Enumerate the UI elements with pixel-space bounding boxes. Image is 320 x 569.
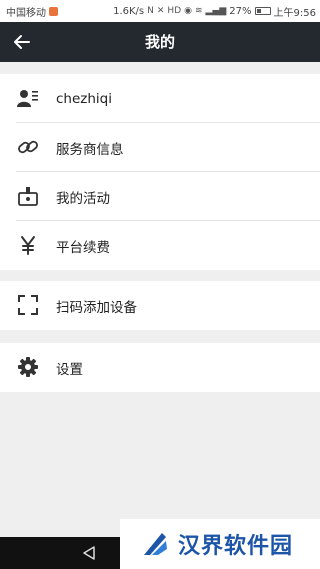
link-icon	[17, 136, 39, 158]
mute-icon: ✕	[156, 6, 165, 16]
menu-item-profile[interactable]: chezhiqi	[0, 74, 320, 123]
signal-icon: ▂▄▆	[205, 6, 227, 16]
battery-icon	[254, 7, 271, 15]
watermark-text: 汉界软件园	[178, 534, 294, 559]
carrier-text: 中国移动	[6, 7, 46, 19]
account-section: chezhiqi 服务商信息 我的活动 平台续费	[0, 74, 320, 270]
nfc-icon: N	[147, 6, 154, 16]
clock: 上午9:56	[273, 7, 316, 19]
eye-icon: ◉	[184, 6, 192, 16]
nav-back-icon[interactable]	[82, 545, 96, 561]
user-card-icon	[17, 87, 39, 109]
menu-item-settings[interactable]: 设置	[0, 343, 320, 392]
watermark: 汉界软件园	[120, 519, 320, 569]
battery-percent: 27%	[229, 5, 252, 17]
menu-item-provider[interactable]: 服务商信息	[0, 123, 320, 172]
menu-item-activities[interactable]: 我的活动	[0, 172, 320, 221]
scan-label: 扫码添加设备	[56, 299, 137, 316]
arrow-left-icon	[14, 35, 30, 49]
renewal-label: 平台续费	[56, 239, 110, 256]
wifi-icon: ≋	[194, 6, 203, 16]
hd-icon: HD	[167, 6, 182, 16]
status-bar: 中国移动 1.6K/s N ✕ HD ◉ ≋ ▂▄▆ 27% 上午9:56	[0, 0, 320, 22]
network-speed: 1.6K/s	[113, 5, 145, 17]
settings-section: 设置	[0, 343, 320, 392]
menu-item-renewal[interactable]: 平台续费	[0, 221, 320, 270]
menu-item-scan[interactable]: 扫码添加设备	[0, 281, 320, 330]
app-bar: 我的	[0, 22, 320, 62]
provider-label: 服务商信息	[56, 141, 124, 158]
back-button[interactable]	[8, 28, 36, 56]
settings-label: 设置	[56, 361, 83, 378]
watermark-logo-icon	[144, 533, 167, 555]
device-section: 扫码添加设备	[0, 281, 320, 330]
scan-icon	[17, 294, 39, 316]
username-label: chezhiqi	[56, 90, 112, 107]
gear-icon	[17, 356, 39, 378]
yen-icon	[17, 234, 39, 256]
activities-label: 我的活动	[56, 190, 110, 207]
activity-icon	[17, 185, 39, 207]
notification-icon	[49, 6, 58, 16]
page-title: 我的	[144, 33, 175, 51]
